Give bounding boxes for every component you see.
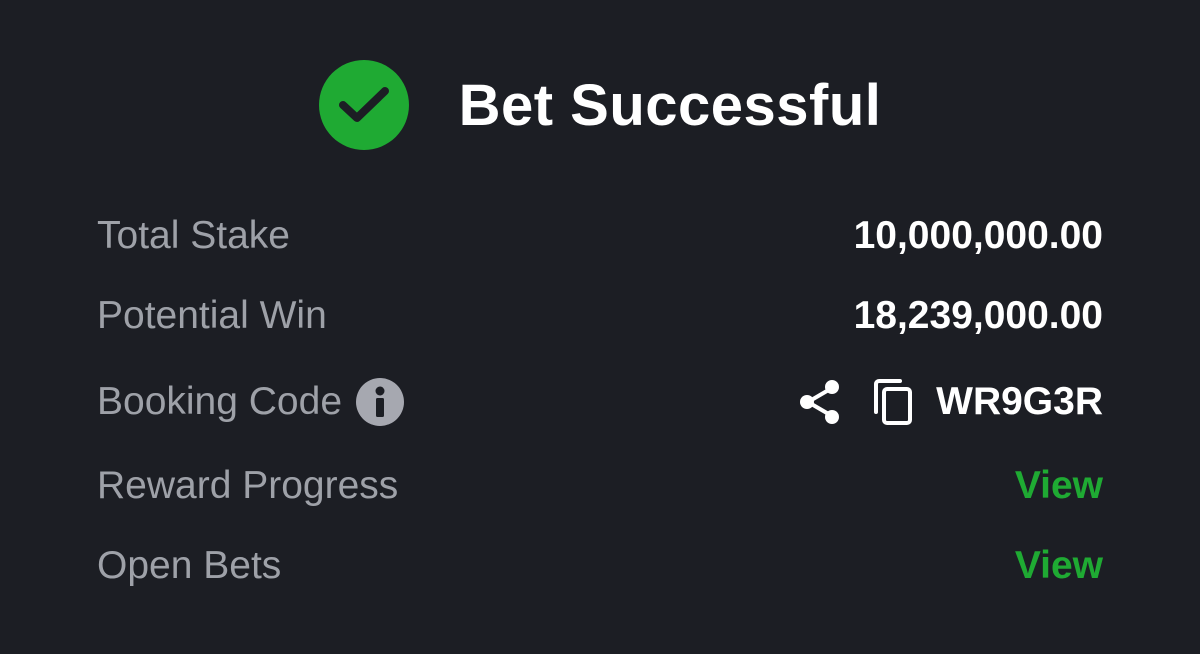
booking-code-value[interactable]: WR9G3R <box>936 380 1103 424</box>
info-glyph-icon <box>375 386 385 417</box>
open-bets-label: Open Bets <box>97 544 282 587</box>
page-title: Bet Successful <box>458 72 882 138</box>
open-bets-view-link[interactable]: View <box>1015 544 1103 588</box>
potential-win-value: 18,239,000.00 <box>853 294 1103 337</box>
reward-progress-view-link[interactable]: View <box>1015 464 1103 508</box>
check-circle-icon <box>318 60 409 150</box>
potential-win-row: Potential Win 18,239,000.00 <box>97 286 1103 346</box>
open-bets-row: Open Bets View <box>97 536 1103 596</box>
total-stake-value: 10,000,000.00 <box>853 214 1103 257</box>
booking-code-value-group: WR9G3R <box>798 378 1103 426</box>
bet-success-header: Bet Successful <box>0 60 1200 150</box>
reward-progress-label: Reward Progress <box>97 464 399 507</box>
booking-code-label: Booking Code <box>97 380 343 423</box>
checkmark-icon <box>338 87 389 122</box>
copy-glyph-icon <box>874 379 913 425</box>
share-icon[interactable] <box>798 379 842 425</box>
copy-icon[interactable] <box>872 378 914 426</box>
total-stake-row: Total Stake 10,000,000.00 <box>97 206 1103 266</box>
total-stake-label: Total Stake <box>97 214 290 257</box>
booking-code-label-group: Booking Code <box>97 378 405 426</box>
info-icon[interactable] <box>356 378 405 426</box>
potential-win-label: Potential Win <box>97 294 327 337</box>
share-glyph-icon <box>800 380 840 424</box>
reward-progress-row: Reward Progress View <box>97 456 1103 516</box>
booking-code-row: Booking Code WR9G3R <box>97 372 1103 432</box>
